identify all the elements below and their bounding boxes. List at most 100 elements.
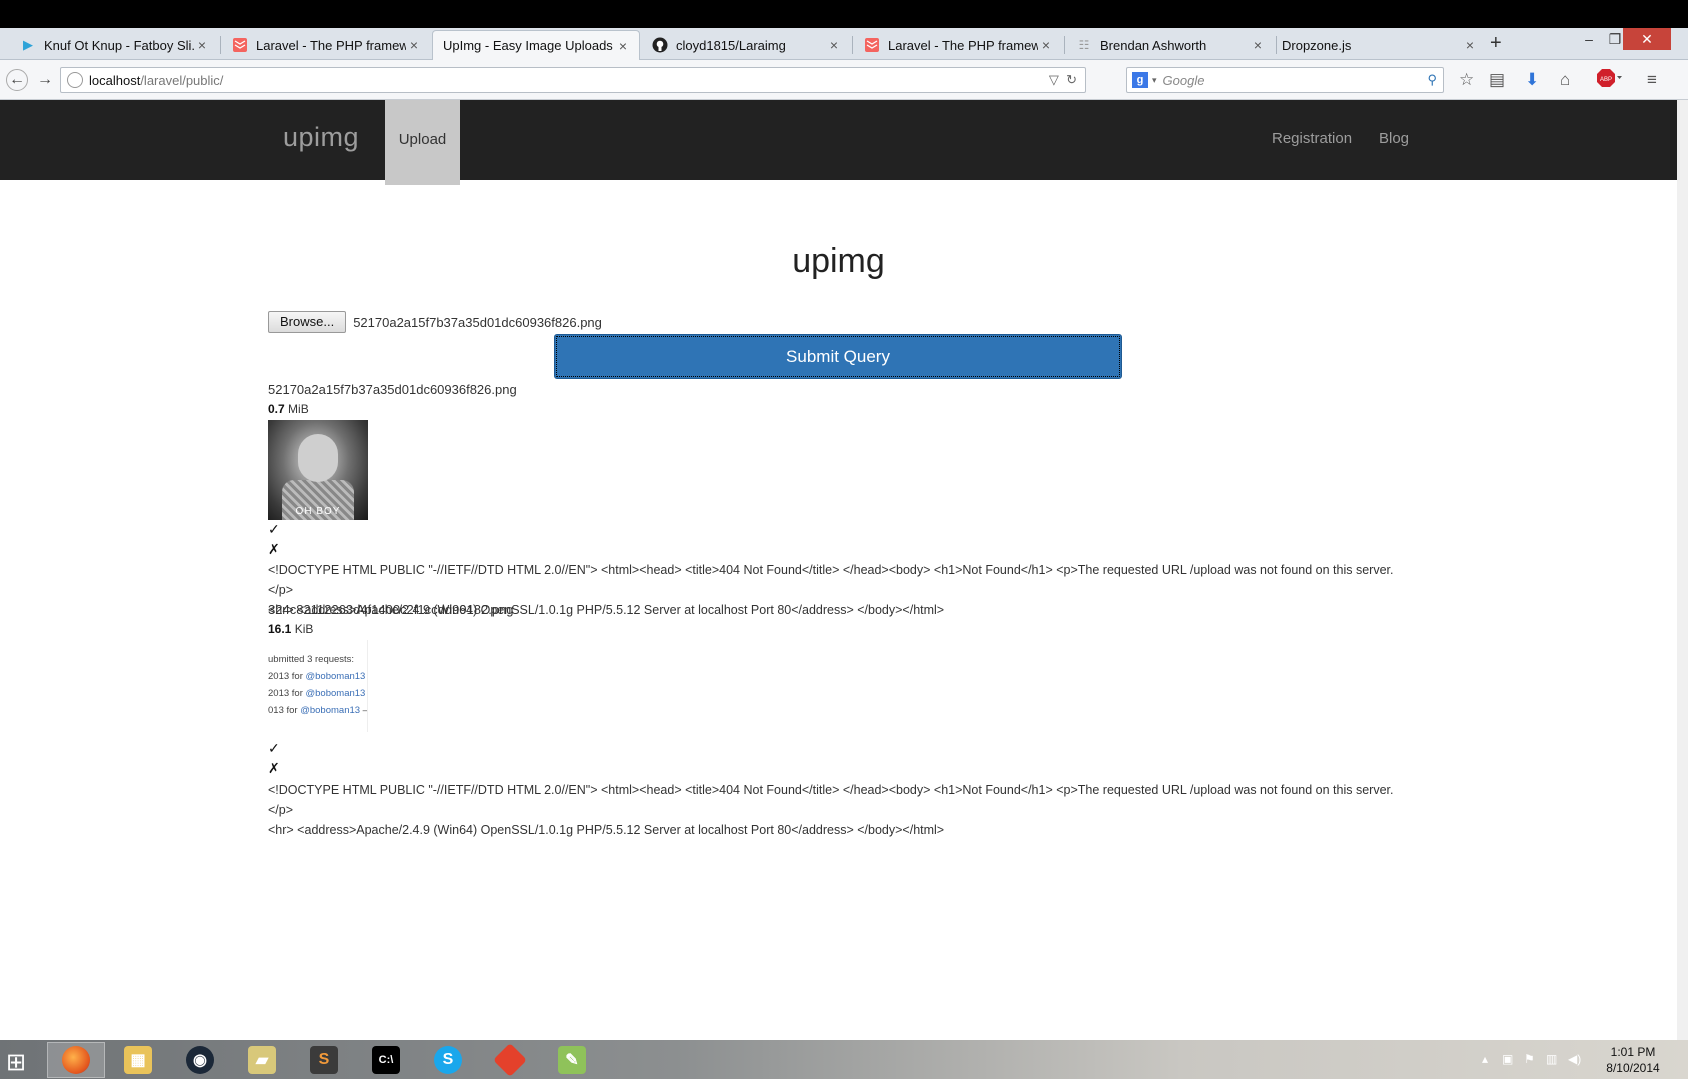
chevron-down-icon[interactable]: ▾ bbox=[1152, 75, 1157, 86]
close-window-button[interactable]: ✕ bbox=[1623, 28, 1671, 50]
command-prompt-icon[interactable]: C:\ bbox=[357, 1042, 415, 1078]
adblock-icon[interactable]: ABP bbox=[1596, 68, 1622, 93]
download-icon[interactable]: ⬇ bbox=[1525, 70, 1539, 90]
forward-button[interactable]: → bbox=[34, 69, 56, 91]
page-scrollbar[interactable] bbox=[1677, 100, 1688, 1040]
browse-button[interactable]: Browse... bbox=[268, 311, 347, 333]
close-tab-icon[interactable]: × bbox=[194, 37, 210, 53]
nav-registration-link[interactable]: Registration bbox=[1272, 130, 1352, 147]
close-tab-icon[interactable]: × bbox=[406, 37, 422, 53]
skype-icon[interactable]: S bbox=[419, 1042, 477, 1078]
selected-file-name: 52170a2a15f7b37a35d01dc60936f826.png bbox=[353, 314, 602, 330]
reading-list-icon[interactable]: ▤ bbox=[1489, 70, 1505, 90]
url-bar[interactable]: localhost/laravel/public/ ▽ ↻ bbox=[60, 67, 1086, 93]
tab-laravel-1[interactable]: Laravel - The PHP framew... × bbox=[222, 30, 430, 60]
close-tab-icon[interactable]: × bbox=[1250, 37, 1266, 53]
back-button[interactable]: ← bbox=[6, 69, 28, 91]
new-tab-button[interactable]: + bbox=[1490, 32, 1502, 55]
file-input[interactable]: Browse... 52170a2a15f7b37a35d01dc60936f8… bbox=[268, 311, 602, 333]
tab-upimg[interactable]: UpImg - Easy Image Uploads × bbox=[432, 30, 640, 60]
tab-github-laraimg[interactable]: cloyd1815/Laraimg × bbox=[642, 30, 850, 60]
navigation-toolbar: ← → localhost/laravel/public/ ▽ ↻ g ▾ Go… bbox=[0, 60, 1688, 100]
action-center-flag-icon[interactable]: ⚑ bbox=[1524, 1052, 1535, 1066]
error-message-line: <!DOCTYPE HTML PUBLIC "-//IETF//DTD HTML… bbox=[268, 783, 1394, 817]
git-icon[interactable] bbox=[481, 1042, 539, 1078]
tab-title: Dropzone.js bbox=[1282, 37, 1352, 53]
search-icon[interactable]: ⚲ bbox=[1427, 72, 1437, 88]
globe-icon bbox=[67, 72, 83, 88]
tab-title: cloyd1815/Laraimg bbox=[676, 37, 786, 53]
url-host: localhost bbox=[89, 72, 141, 88]
notepad-plus-plus-icon[interactable]: ✎ bbox=[543, 1042, 601, 1078]
windows-start-icon[interactable]: ⊞ bbox=[6, 1048, 26, 1077]
tab-title: Knuf Ot Knup - Fatboy Sli... bbox=[44, 37, 194, 53]
size-unit: MiB bbox=[288, 402, 309, 416]
error-mark-icon: ✗ bbox=[268, 541, 280, 557]
google-icon[interactable]: g bbox=[1132, 72, 1148, 88]
preview-filename: 52170a2a15f7b37a35d01dc60936f826.png bbox=[268, 382, 517, 397]
close-tab-icon[interactable]: × bbox=[1462, 37, 1478, 53]
firefox-icon[interactable] bbox=[47, 1042, 105, 1078]
tab-title: Brendan Ashworth bbox=[1100, 37, 1207, 53]
close-tab-icon[interactable]: × bbox=[1038, 37, 1054, 53]
thumbnail-text-line: 013 for @boboman13 – I bbox=[268, 705, 368, 716]
preview-filesize: 0.7 MiB bbox=[268, 402, 309, 416]
error-message: <!DOCTYPE HTML PUBLIC "-//IETF//DTD HTML… bbox=[268, 780, 1418, 840]
thumbnail-text-line: ubmitted 3 requests: bbox=[268, 654, 355, 665]
minimize-button[interactable]: – bbox=[1578, 28, 1600, 50]
github-icon bbox=[652, 37, 668, 53]
taskbar-clock[interactable]: 1:01 PM 8/10/2014 bbox=[1598, 1044, 1668, 1076]
close-tab-icon[interactable]: × bbox=[615, 38, 631, 54]
clock-date: 8/10/2014 bbox=[1606, 1061, 1660, 1075]
size-value: 16.1 bbox=[268, 622, 292, 636]
thumbnail-caption: OH BOY bbox=[295, 506, 341, 517]
file-explorer-icon[interactable]: ▦ bbox=[109, 1042, 167, 1078]
page-content: upimg Upload Registration Blog upimg Bro… bbox=[0, 100, 1677, 1040]
menu-icon[interactable]: ≡ bbox=[1647, 70, 1657, 90]
submit-query-button[interactable]: Submit Query bbox=[554, 334, 1122, 379]
preview-thumbnail: OH BOY bbox=[268, 420, 368, 520]
preview-thumbnail: ubmitted 3 requests: 2013 for @boboman13… bbox=[268, 640, 368, 732]
tab-strip: ▶ Knuf Ot Knup - Fatboy Sli... × Laravel… bbox=[0, 28, 1688, 60]
success-mark-icon: ✓ bbox=[268, 521, 280, 537]
error-message-line: <hr> <address>Apache/2.4.9 (Win64) OpenS… bbox=[268, 823, 945, 837]
preview-filename: 324c82112263d4f1400c2f1ccdd99182.png bbox=[268, 602, 514, 617]
tab-brendan-ashworth[interactable]: ☷ Brendan Ashworth × bbox=[1066, 30, 1274, 60]
tray-app-icon[interactable]: ▣ bbox=[1502, 1052, 1513, 1066]
network-icon[interactable]: ▥ bbox=[1546, 1052, 1557, 1066]
tab-title: Laravel - The PHP framew... bbox=[888, 37, 1038, 53]
nav-upload-link[interactable]: Upload bbox=[385, 100, 460, 185]
error-message-line: <!DOCTYPE HTML PUBLIC "-//IETF//DTD HTML… bbox=[268, 563, 1394, 597]
preview-filesize: 16.1 KiB bbox=[268, 622, 313, 636]
tab-knuf-ot-knup[interactable]: ▶ Knuf Ot Knup - Fatboy Sli... × bbox=[0, 30, 218, 60]
size-unit: KiB bbox=[294, 622, 314, 636]
show-hidden-icons[interactable]: ▴ bbox=[1482, 1052, 1488, 1066]
sublime-text-icon[interactable]: S bbox=[295, 1042, 353, 1078]
steam-icon[interactable]: ◉ bbox=[171, 1042, 229, 1078]
page-title: upimg bbox=[792, 242, 885, 280]
home-icon[interactable]: ⌂ bbox=[1560, 70, 1570, 90]
google-play-icon: ▶ bbox=[23, 37, 33, 52]
volume-icon[interactable]: ◀) bbox=[1568, 1052, 1581, 1066]
close-tab-icon[interactable]: × bbox=[826, 37, 842, 53]
folder-icon[interactable]: ▰ bbox=[233, 1042, 291, 1078]
thumbnail-text-line: 2013 for @boboman13 – bbox=[268, 671, 366, 682]
tab-laravel-2[interactable]: Laravel - The PHP framew... × bbox=[854, 30, 1062, 60]
clock-time: 1:01 PM bbox=[1610, 1045, 1656, 1059]
search-placeholder: Google bbox=[1162, 72, 1205, 88]
page-icon: ☷ bbox=[1078, 38, 1090, 52]
search-bar[interactable]: g ▾ Google ⚲ bbox=[1126, 67, 1444, 93]
bookmark-star-icon[interactable]: ☆ bbox=[1459, 70, 1474, 90]
dropdown-reload-icons[interactable]: ▽ ↻ bbox=[1049, 72, 1077, 88]
size-value: 0.7 bbox=[268, 402, 285, 416]
laravel-icon bbox=[864, 37, 880, 53]
window-title-bar bbox=[0, 0, 1688, 28]
site-navbar: upimg Upload Registration Blog bbox=[0, 100, 1677, 185]
site-brand[interactable]: upimg bbox=[283, 122, 359, 153]
url-path: /laravel/public/ bbox=[140, 72, 224, 88]
tab-dropzone[interactable]: Dropzone.js × bbox=[1278, 30, 1486, 60]
tab-title: UpImg - Easy Image Uploads bbox=[443, 38, 613, 53]
laravel-icon bbox=[232, 37, 248, 53]
success-mark-icon: ✓ bbox=[268, 740, 280, 756]
nav-blog-link[interactable]: Blog bbox=[1379, 130, 1409, 147]
